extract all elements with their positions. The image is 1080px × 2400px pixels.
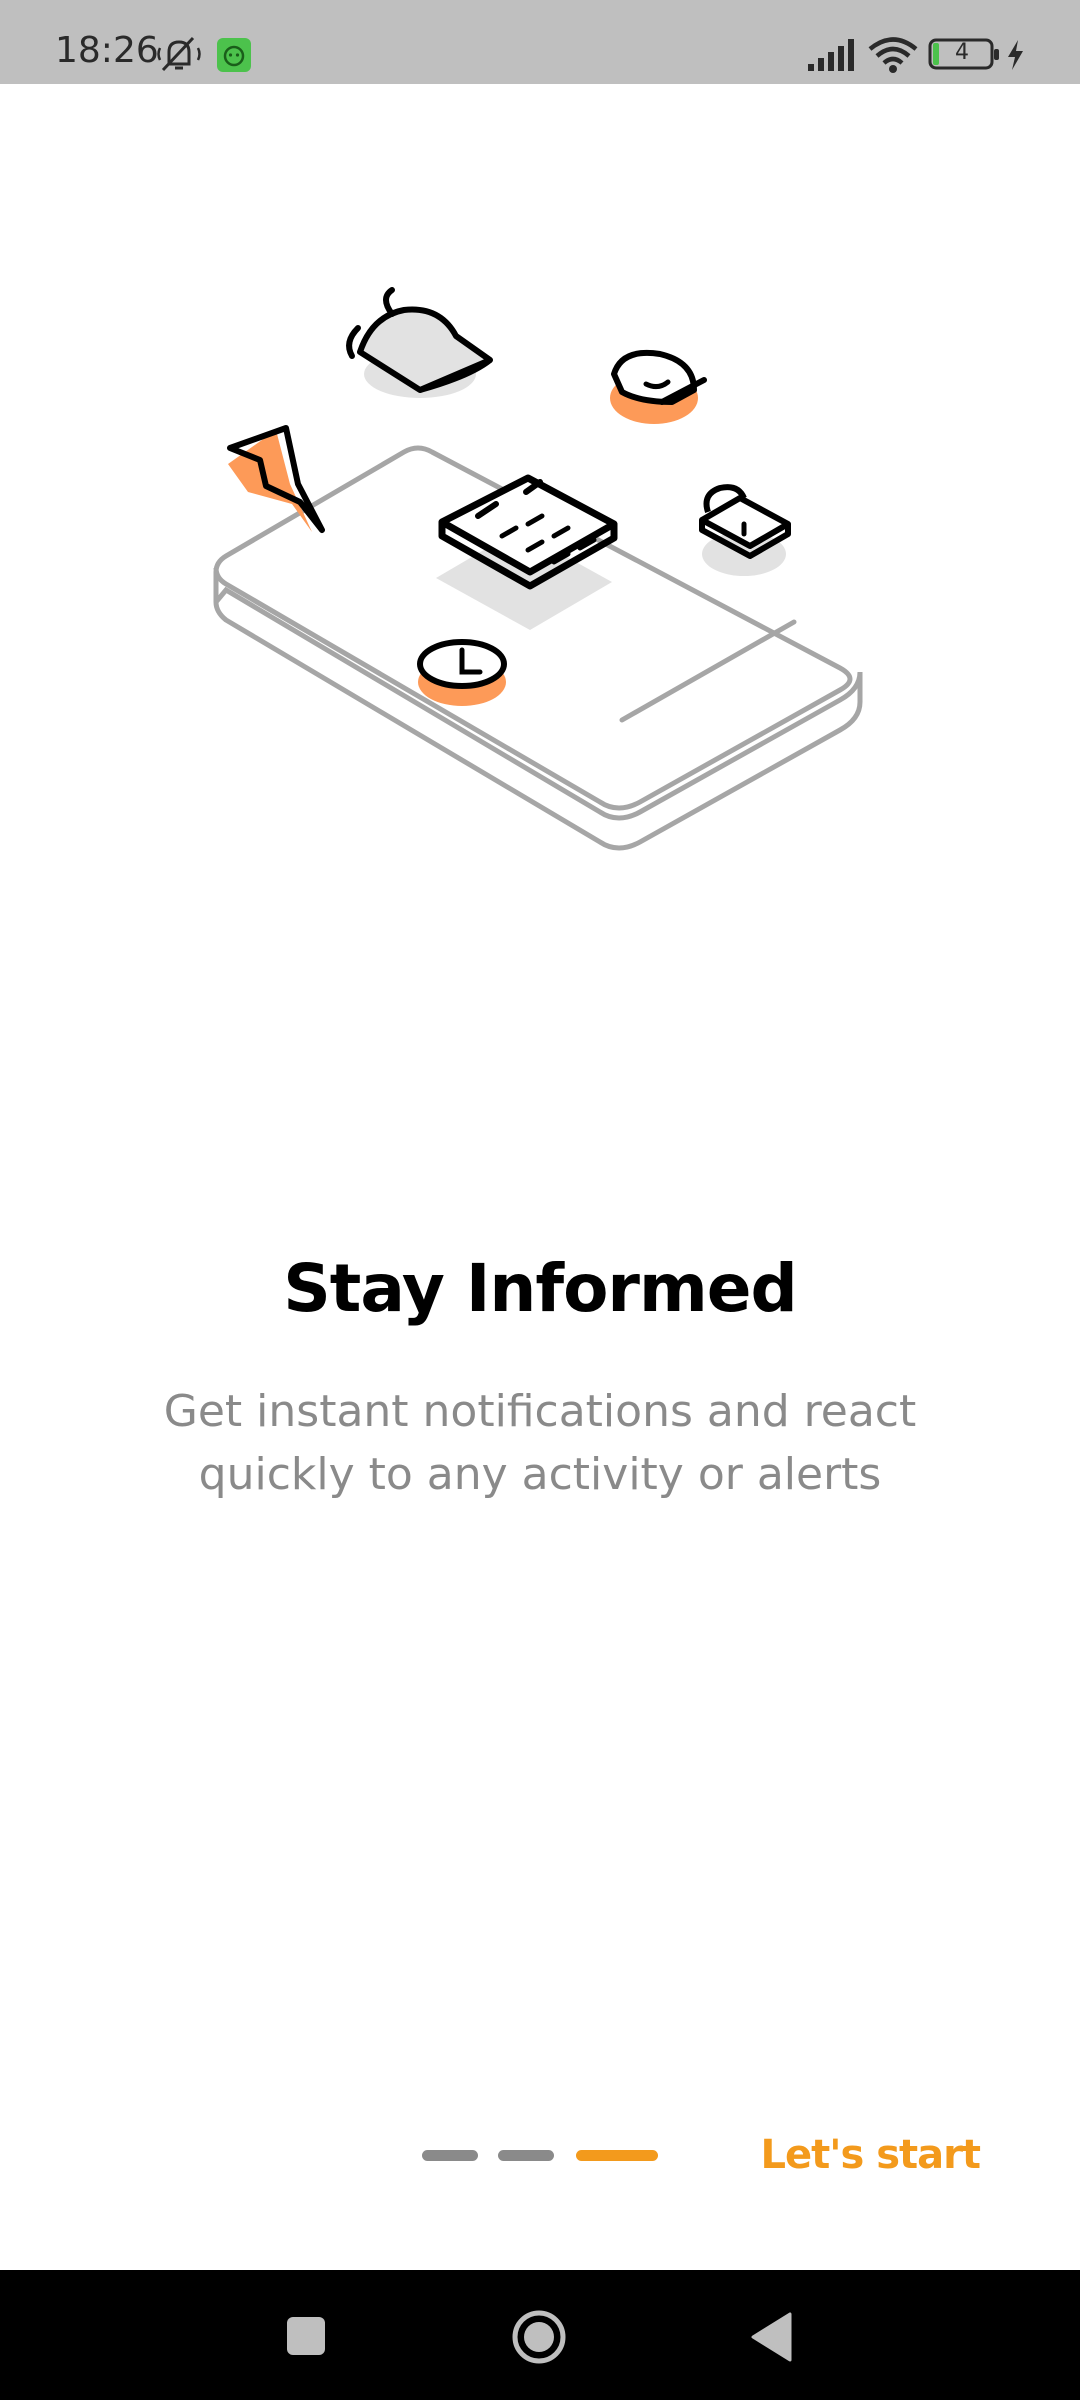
page-indicator-dot-1[interactable] (422, 2150, 478, 2161)
bell-icon (346, 287, 493, 398)
clock-icon (417, 639, 507, 706)
lightning-icon (227, 425, 325, 533)
onboarding-illustration (213, 287, 863, 851)
battery-level: 4 (955, 40, 969, 65)
lock-icon (699, 484, 791, 576)
status-time: 18:26 (55, 30, 159, 71)
back-icon[interactable] (750, 2312, 794, 2362)
page-indicator-dot-2[interactable] (498, 2150, 554, 2161)
app-notification-icon (217, 38, 251, 72)
navigation-bar (0, 2270, 1080, 2400)
lets-start-button[interactable]: Let's start (760, 2132, 982, 2178)
page-indicator-dot-3-active[interactable] (576, 2150, 658, 2161)
signal-icon (808, 39, 854, 71)
recent-apps-icon[interactable] (286, 2316, 326, 2356)
do-not-disturb-icon (157, 36, 201, 72)
onboarding-subtitle: Get instant notifications and react quic… (163, 1386, 917, 1500)
status-bar: 18:26 4 (0, 0, 1080, 84)
charging-icon (1008, 40, 1023, 70)
wifi-icon (868, 37, 918, 73)
bulb-icon (610, 350, 707, 424)
home-icon[interactable] (510, 2308, 568, 2366)
onboarding-title: Stay Informed (283, 1250, 798, 1327)
